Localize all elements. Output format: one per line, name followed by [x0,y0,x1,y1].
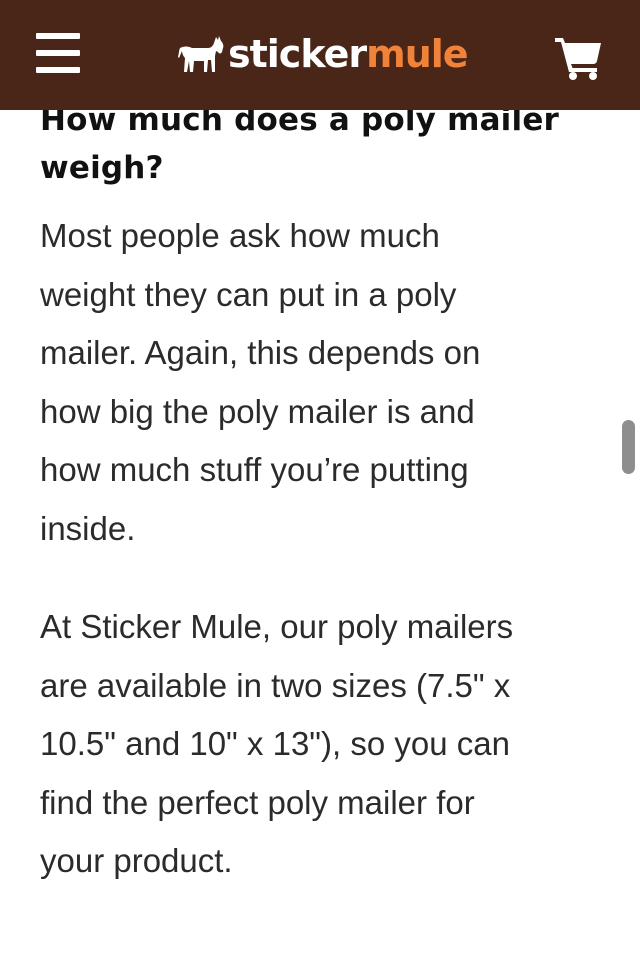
hamburger-menu-icon[interactable] [36,33,82,73]
paragraph-line: find the perfect poly mailer for [40,783,475,821]
paragraph-sizes: At Sticker Mule, our poly mailers are av… [40,598,600,891]
mule-icon [178,36,224,72]
paragraph-line: Most people ask how much [40,217,440,254]
paragraph-line: how big the poly mailer is and [40,392,475,430]
paragraph-line: how much stuff you’re putting [40,451,469,488]
scrollbar-thumb[interactable] [622,420,635,474]
section-heading-line: weigh? [40,150,164,186]
site-header: sticker mule [0,0,640,110]
paragraph-line: your product. [40,842,233,879]
paragraph-line: inside. [40,509,136,547]
paragraph-line: mailer. Again, this depends on [40,334,481,371]
paragraph-line: weight they can put in a poly [40,275,457,313]
section-heading: How much does a poly mailer weigh? [40,96,600,192]
paragraph-line: are available in two sizes (7.5" x [40,666,511,704]
menu-bar [36,50,80,56]
paragraph-line: 10.5" and 10" x 13"), so you can [40,725,510,762]
menu-bar [36,67,80,73]
article-body: How much does a poly mailer weigh? Most … [40,96,600,891]
shopping-cart-icon[interactable] [555,36,605,80]
cart-glyph [555,38,601,80]
logo-word-mule: mule [366,32,468,76]
paragraph-weight: Most people ask how much weight they can… [40,207,600,558]
logo-word-sticker: sticker [228,32,367,76]
paragraph-line: At Sticker Mule, our poly mailers [40,608,514,645]
menu-bar [36,33,80,39]
sticker-mule-logo[interactable]: sticker mule [178,26,469,82]
